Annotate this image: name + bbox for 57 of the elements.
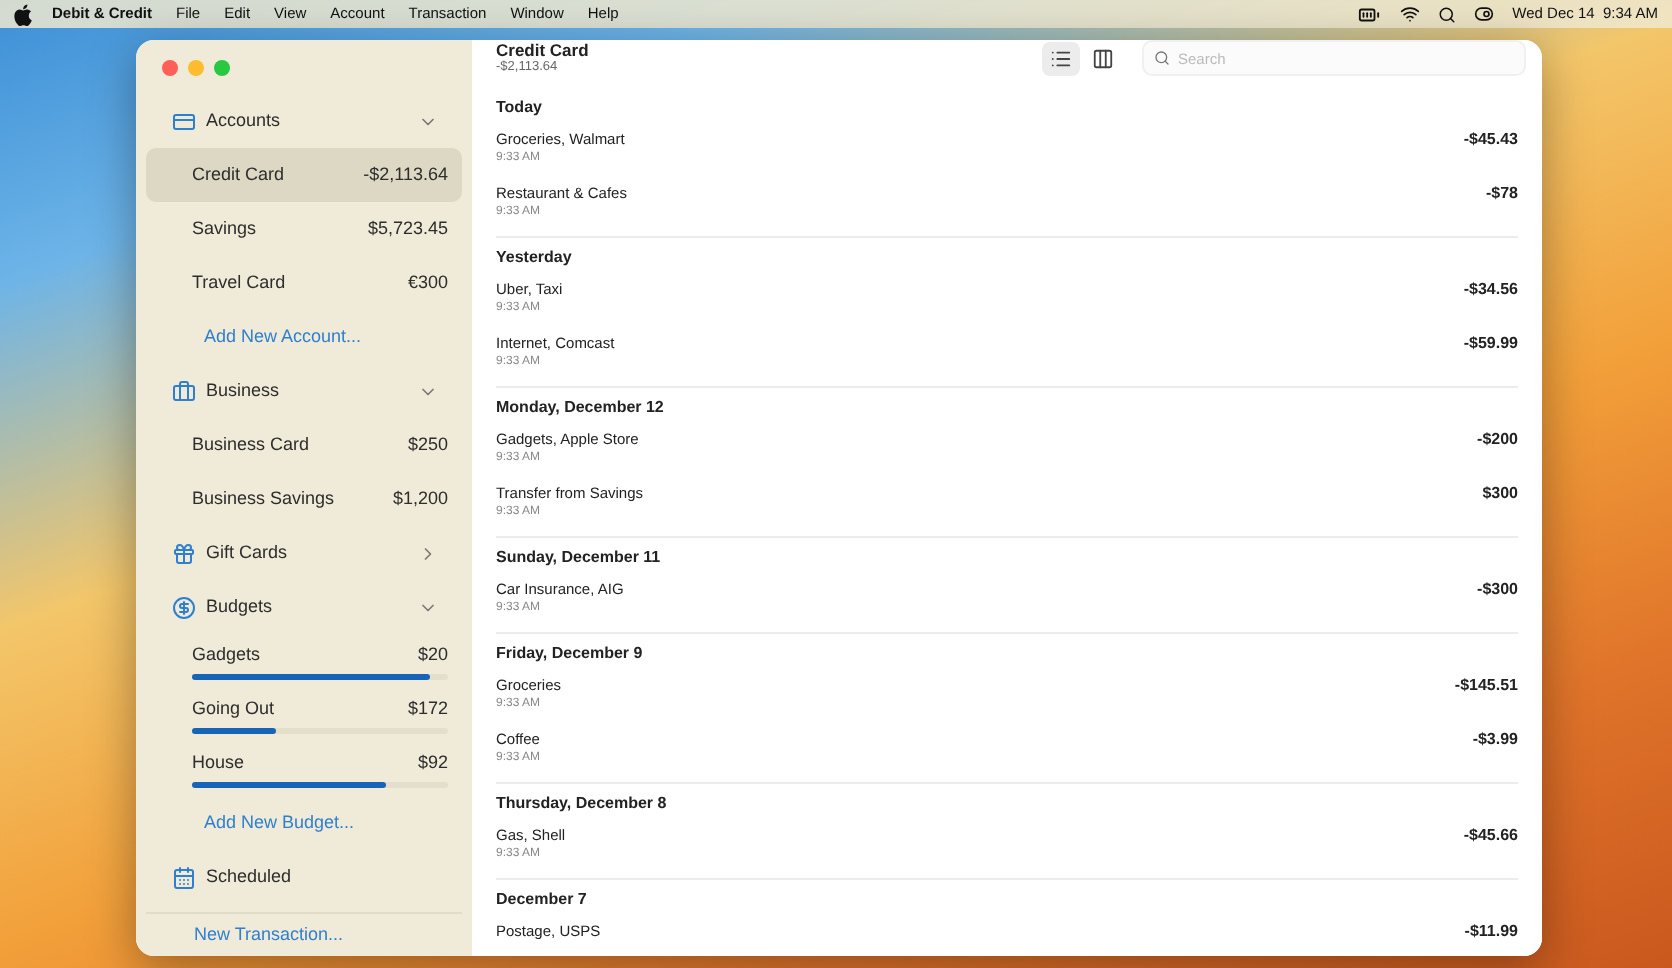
account-title: Credit Card — [496, 40, 591, 60]
credit-card-icon — [172, 109, 196, 134]
sidebar-row[interactable]: Travel Card €300 — [146, 256, 462, 311]
date-heading: Sunday, December 11 — [496, 546, 661, 570]
section-title: Scheduled — [206, 863, 294, 890]
transaction-amount: -$34.56 — [1463, 280, 1518, 300]
sidebar-section-header[interactable]: Budgets — [146, 580, 462, 635]
toggle-icon[interactable] — [1474, 4, 1495, 24]
columns-icon — [1092, 47, 1114, 69]
sidebar-section-header[interactable]: Gift Cards — [146, 526, 462, 581]
budget-name[interactable]: Gadgets — [192, 641, 261, 669]
sidebar-row[interactable]: Savings $5,723.45 — [146, 202, 462, 257]
transaction-amount: -$3.99 — [1472, 730, 1518, 750]
sidebar-section-header[interactable]: Accounts — [146, 94, 462, 149]
transaction-amount: -$45.43 — [1463, 130, 1518, 150]
apple-icon[interactable] — [14, 3, 32, 25]
transaction-amount: -$145.51 — [1454, 676, 1518, 696]
budget-amount: $172 — [407, 695, 448, 722]
wifi-icon[interactable] — [1400, 4, 1421, 24]
add-link[interactable]: Add New Account... — [204, 323, 362, 351]
date-heading: December 7 — [496, 888, 587, 912]
list-view-button[interactable] — [1042, 41, 1080, 75]
sidebar-row[interactable]: Business Savings $1,200 — [146, 472, 462, 527]
sidebar-row[interactable]: Credit Card -$2,113.64 — [146, 148, 462, 203]
transaction-amount: -$11.99 — [1464, 922, 1518, 942]
calendar-icon — [172, 865, 196, 890]
battery-icon[interactable] — [1358, 3, 1381, 25]
sidebar-section-header[interactable]: Scheduled — [146, 850, 462, 905]
section-title: Gift Cards — [206, 539, 290, 566]
date-heading: Friday, December 9 — [496, 642, 643, 666]
budget-name[interactable]: Going Out — [192, 695, 275, 723]
dollar-circle-icon — [172, 595, 196, 620]
date-heading: Monday, December 12 — [496, 396, 664, 420]
transaction-amount: $300 — [1482, 484, 1518, 504]
search-icon[interactable] — [1438, 5, 1457, 23]
budget-name[interactable]: House — [192, 749, 245, 777]
close-button[interactable] — [162, 59, 178, 76]
sidebar-row[interactable]: Business Card $250 — [146, 418, 462, 473]
budget-amount: $92 — [417, 749, 448, 776]
list-icon — [1050, 47, 1072, 69]
section-title: Accounts — [206, 107, 283, 134]
transaction-amount: -$59.99 — [1463, 334, 1518, 354]
section-title: Business — [206, 377, 282, 404]
date-heading: Yesterday — [496, 246, 572, 270]
section-title: Budgets — [206, 593, 275, 620]
gift-icon — [172, 541, 196, 566]
transaction-amount: -$78 — [1485, 184, 1518, 204]
date-heading: Today — [496, 96, 542, 120]
transaction-amount: -$200 — [1477, 430, 1518, 450]
budget-amount: $20 — [417, 641, 448, 668]
search-icon — [1154, 50, 1170, 66]
sidebar-section-header[interactable]: Business — [146, 364, 462, 419]
transaction-amount: -$300 — [1477, 580, 1518, 600]
new-transaction-link[interactable]: New Transaction... — [194, 921, 344, 949]
date-heading: Thursday, December 8 — [496, 792, 667, 816]
briefcase-icon — [172, 379, 196, 404]
transaction-amount: -$45.66 — [1463, 826, 1518, 846]
